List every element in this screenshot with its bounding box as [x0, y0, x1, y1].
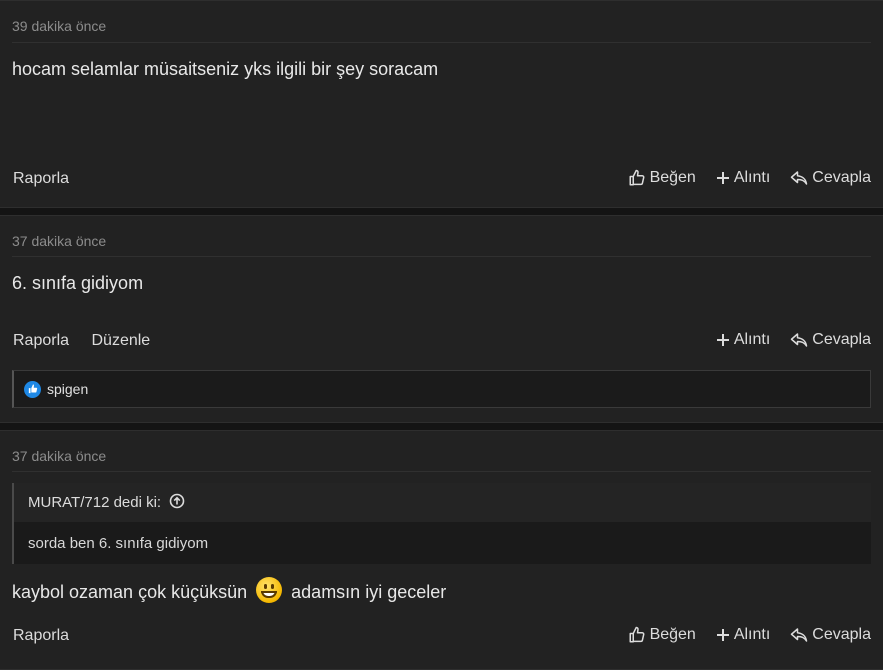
plus-icon	[716, 333, 730, 347]
like-label: Beğen	[649, 626, 696, 643]
thumbs-up-icon	[628, 169, 646, 187]
post-actions: Alıntı Cevapla	[716, 331, 871, 349]
post-text-before: kaybol ozaman çok küçüksün	[12, 582, 248, 602]
like-button[interactable]: Beğen	[628, 169, 696, 187]
post-time: 37 dakika önce	[12, 233, 107, 249]
like-button[interactable]: Beğen	[628, 626, 696, 644]
quote-text: sorda ben 6. sınıfa gidiyom	[28, 535, 209, 552]
post-actions: Beğen Alıntı Cevapla	[628, 626, 871, 644]
reply-button[interactable]: Cevapla	[790, 169, 871, 187]
post-2: 37 dakika önce 6. sınıfa gidiyom Raporla…	[0, 215, 883, 423]
like-label: Beğen	[649, 169, 696, 186]
quote-button[interactable]: Alıntı	[716, 331, 770, 349]
reactions-bar[interactable]: spigen	[12, 370, 871, 408]
grinning-face-icon	[256, 577, 283, 603]
arrow-up-circle-icon[interactable]	[169, 493, 185, 513]
reply-button[interactable]: Cevapla	[790, 626, 871, 644]
reply-label: Cevapla	[812, 331, 871, 348]
plus-icon	[716, 628, 730, 642]
post-time: 37 dakika önce	[12, 448, 107, 464]
edit-link[interactable]: Düzenle	[91, 332, 150, 349]
reply-icon	[790, 627, 808, 643]
post-body: 6. sınıfa gidiyom	[12, 273, 144, 293]
post-footer-left: Raporla	[13, 170, 87, 188]
reaction-user[interactable]: spigen	[47, 381, 88, 397]
report-link[interactable]: Raporla	[13, 170, 69, 187]
divider	[12, 42, 871, 43]
like-reaction-icon	[24, 380, 41, 398]
post-1: 39 dakika önce hocam selamlar müsaitseni…	[0, 0, 883, 208]
post-actions: Beğen Alıntı Cevapla	[628, 169, 871, 187]
post-text-after: adamsın iyi geceler	[291, 582, 447, 602]
post-3: 37 dakika önce MURAT/712 dedi ki: sorda …	[0, 430, 883, 670]
quote-author: MURAT/712 dedi ki:	[28, 494, 162, 511]
divider	[12, 256, 871, 257]
divider	[12, 471, 871, 472]
quote-label: Alıntı	[733, 169, 771, 186]
post-footer-left: Raporla Düzenle	[13, 332, 168, 350]
reply-icon	[790, 332, 808, 348]
report-link[interactable]: Raporla	[13, 332, 69, 349]
quote-button[interactable]: Alıntı	[716, 626, 770, 644]
report-link[interactable]: Raporla	[13, 627, 69, 644]
reply-button[interactable]: Cevapla	[790, 331, 871, 349]
quote-label: Alıntı	[733, 331, 771, 348]
thumbs-up-icon	[628, 626, 646, 644]
plus-icon	[716, 171, 730, 185]
quote-label: Alıntı	[733, 626, 771, 643]
reply-label: Cevapla	[812, 626, 871, 643]
quote-header[interactable]: MURAT/712 dedi ki:	[14, 483, 871, 522]
reply-icon	[790, 170, 808, 186]
quote-button[interactable]: Alıntı	[716, 169, 770, 187]
post-body: hocam selamlar müsaitseniz yks ilgili bi…	[12, 59, 439, 79]
quote-block: MURAT/712 dedi ki: sorda ben 6. sınıfa g…	[12, 483, 871, 564]
post-footer-left: Raporla	[13, 627, 87, 645]
post-body: kaybol ozaman çok küçüksün adamsın iyi g…	[12, 577, 446, 603]
reply-label: Cevapla	[812, 169, 871, 186]
post-time: 39 dakika önce	[12, 18, 107, 34]
